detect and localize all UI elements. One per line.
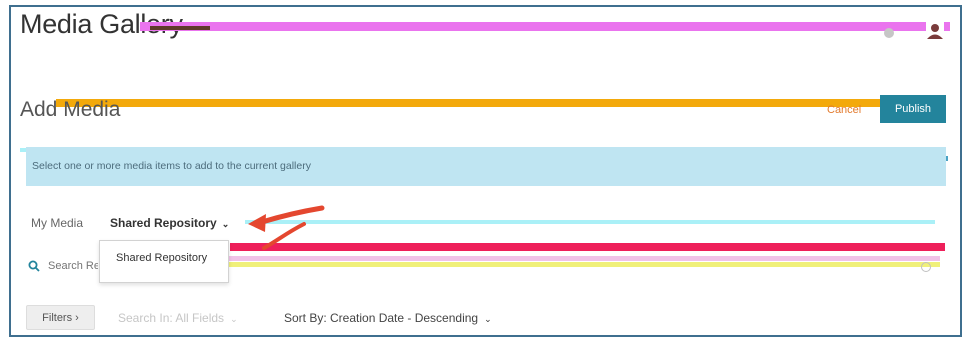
chevron-down-icon: ⌄	[484, 314, 492, 324]
search-in-dropdown[interactable]: Search In: All Fields ⌄	[118, 311, 238, 325]
glitch-stripe	[230, 243, 945, 251]
glitch-stripe	[150, 26, 210, 30]
glitch-stripe	[140, 22, 950, 31]
chevron-down-icon: ⌄	[230, 314, 238, 324]
tab-shared-repository-label: Shared Repository	[110, 216, 217, 230]
filters-button[interactable]: Filters ›	[26, 305, 95, 330]
cancel-button[interactable]: Cancel	[827, 104, 861, 116]
publish-button[interactable]: Publish	[880, 95, 946, 123]
help-icon[interactable]	[884, 28, 894, 38]
tab-my-media[interactable]: My Media	[31, 216, 83, 230]
glitch-stripe	[245, 220, 935, 224]
glitch-stripe	[150, 262, 940, 267]
clear-search-icon[interactable]	[921, 262, 931, 272]
annotation-arrow-icon	[248, 205, 325, 250]
info-banner-text: Select one or more media items to add to…	[32, 160, 311, 172]
dropdown-item-shared-repository[interactable]: Shared Repository	[116, 252, 207, 264]
glitch-stripe	[56, 99, 946, 107]
chevron-down-icon: ⌄	[221, 219, 230, 229]
add-media-title: Add Media	[20, 98, 121, 121]
search-in-label: Search In: All Fields	[118, 311, 225, 325]
search-icon	[28, 260, 40, 272]
search-input[interactable]	[48, 257, 98, 275]
repository-dropdown: Shared Repository	[99, 240, 229, 283]
tab-shared-repository[interactable]: Shared Repository ⌄	[110, 216, 229, 230]
sort-by-dropdown[interactable]: Sort By: Creation Date - Descending ⌄	[284, 311, 492, 325]
sort-by-label: Sort By: Creation Date - Descending	[284, 311, 479, 325]
user-menu-icon[interactable]	[924, 19, 946, 41]
